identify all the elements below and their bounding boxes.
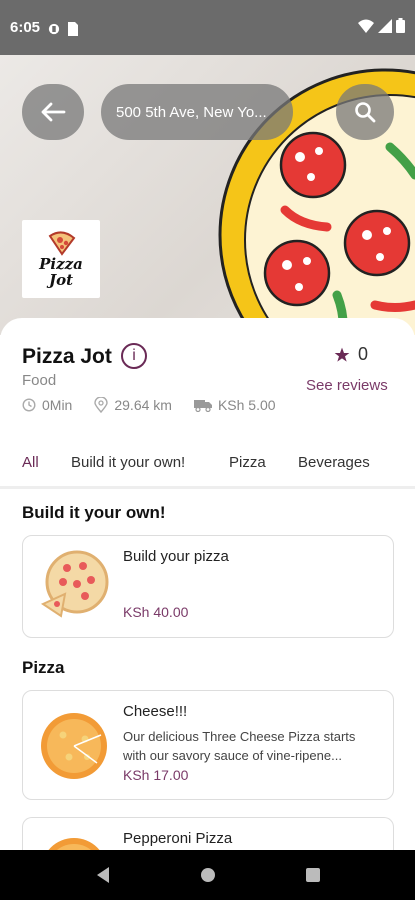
menu-item-name: Pepperoni Pizza	[123, 830, 233, 847]
menu-item-card[interactable]: Build your pizza KSh 40.00	[22, 535, 394, 638]
nav-home-button[interactable]	[193, 860, 223, 890]
search-button[interactable]	[336, 84, 394, 140]
notification-icon	[48, 22, 60, 34]
menu-item-description: Our delicious Three Cheese Pizza starts …	[123, 729, 356, 763]
distance: 29.64 km	[94, 397, 172, 413]
logo-text-line1: Pizza	[39, 255, 83, 273]
store-rating: 0	[334, 344, 368, 365]
store-meta-row: 0Min 29.64 km KSh 5.00	[22, 397, 298, 413]
see-reviews-link[interactable]: See reviews	[306, 377, 388, 394]
store-category: Food	[22, 372, 57, 389]
delivery-fee: KSh 5.00	[193, 397, 276, 413]
menu-item-card[interactable]: Cheese!!! Our delicious Three Cheese Piz…	[22, 690, 394, 800]
delivery-fee-value: KSh 5.00	[217, 397, 276, 413]
circle-home-icon	[200, 868, 215, 882]
pizza-slice-logo-icon	[48, 231, 76, 256]
nav-back-button[interactable]	[88, 860, 118, 890]
tab-all[interactable]: All	[22, 450, 39, 475]
address-text: 500 5th Ave, New Yo...	[116, 103, 267, 121]
logo-text-line2: Jot	[48, 271, 74, 289]
delivery-time-value: 0Min	[42, 397, 73, 413]
signal-icon	[378, 18, 392, 37]
store-name: Pizza Jot	[22, 345, 112, 368]
status-bar: 6:05	[0, 0, 415, 55]
delivery-truck-icon	[193, 400, 212, 412]
section-title-build-it-your-own: Build it your own!	[22, 503, 166, 522]
info-button[interactable]: i	[121, 343, 147, 369]
tab-beverages[interactable]: Beverages	[298, 450, 370, 475]
search-icon	[355, 102, 376, 123]
distance-value: 29.64 km	[114, 397, 172, 413]
arrow-left-icon	[41, 102, 66, 122]
rating-value: 0	[358, 344, 369, 364]
nav-recents-button[interactable]	[298, 860, 328, 890]
back-button[interactable]	[22, 84, 84, 140]
tab-pizza[interactable]: Pizza	[229, 450, 266, 475]
tabs-divider	[0, 486, 415, 489]
info-icon: i	[132, 347, 136, 364]
system-navigation-bar	[0, 850, 415, 900]
clock-icon	[22, 398, 36, 412]
square-recents-icon	[305, 868, 320, 882]
section-title-pizza: Pizza	[22, 658, 65, 677]
menu-item-price: KSh 17.00	[123, 767, 189, 783]
build-pizza-image	[40, 550, 109, 618]
address-search-bar[interactable]: 500 5th Ave, New Yo...	[101, 84, 293, 140]
delivery-time: 0Min	[22, 397, 72, 413]
battery-icon	[396, 18, 405, 37]
menu-category-tabs: All Build it your own! Pizza Beverages	[0, 450, 415, 488]
star-icon	[334, 347, 350, 362]
tab-build-it-your-own[interactable]: Build it your own!	[71, 450, 185, 475]
cheese-pizza-image	[41, 713, 107, 779]
status-icons	[358, 18, 405, 37]
store-logo: Pizza Jot	[22, 220, 100, 298]
sim-card-icon	[66, 21, 79, 36]
status-time: 6:05	[10, 19, 41, 36]
location-pin-icon	[94, 397, 109, 413]
menu-item-name: Build your pizza	[123, 548, 229, 565]
wifi-icon	[358, 19, 374, 37]
menu-item-price: KSh 40.00	[123, 604, 189, 620]
menu-item-name: Cheese!!!	[123, 703, 188, 720]
triangle-back-icon	[96, 867, 109, 883]
